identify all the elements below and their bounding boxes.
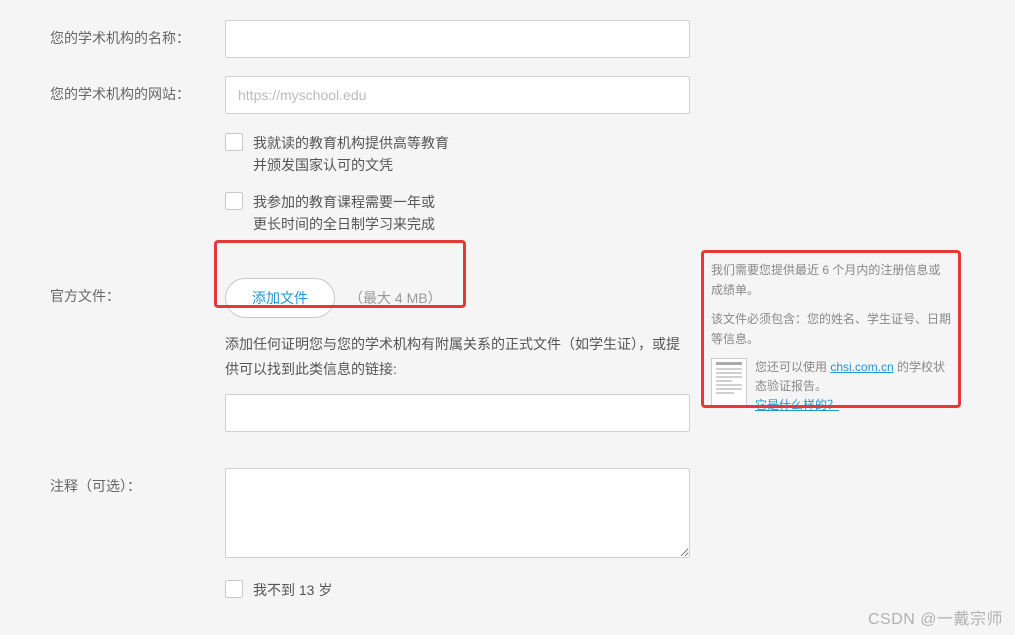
info-chsi-text: 您还可以使用 chsi.com.cn 的学校状态验证报告。 它是什么样的？: [755, 358, 951, 416]
chsi-link[interactable]: chsi.com.cn: [830, 360, 893, 374]
checkbox-higher-ed[interactable]: [225, 133, 243, 151]
watermark-text: CSDN @一戴宗师: [868, 605, 1003, 629]
checkbox-label-course-duration: 我参加的教育课程需要一年或 更长时间的全日制学习来完成: [253, 191, 435, 236]
info-requirement-2: 该文件必须包含：您的姓名、学生证号、日期等信息。: [711, 309, 951, 350]
checkbox-row-course-duration: 我参加的教育课程需要一年或 更长时间的全日制学习来完成: [225, 191, 690, 236]
checkbox-row-under-13: 我不到 13 岁: [225, 579, 690, 601]
checkbox-label-under-13: 我不到 13 岁: [253, 579, 332, 601]
checkbox-label-higher-ed: 我就读的教育机构提供高等教育 并颁发国家认可的文凭: [253, 132, 449, 177]
add-file-section: 添加文件 （最大 4 MB）: [225, 278, 690, 318]
info-panel: 我们需要您提供最近 6 个月内的注册信息或成绩单。 该文件必须包含：您的姓名、学…: [711, 260, 951, 415]
label-institution-name: 您的学术机构的名称：: [50, 20, 225, 48]
document-link-input[interactable]: [225, 394, 690, 432]
row-institution-website: 您的学术机构的网站：: [0, 76, 1015, 114]
what-is-it-link[interactable]: 它是什么样的？: [755, 398, 839, 412]
row-notes: 注释（可选）：: [0, 468, 1015, 561]
info-requirement-1: 我们需要您提供最近 6 个月内的注册信息或成绩单。: [711, 260, 951, 301]
add-file-button[interactable]: 添加文件: [225, 278, 335, 318]
institution-name-input[interactable]: [225, 20, 690, 58]
notes-textarea[interactable]: [225, 468, 690, 558]
file-size-hint: （最大 4 MB）: [349, 288, 442, 308]
row-institution-name: 您的学术机构的名称：: [0, 20, 1015, 58]
row-checkboxes-edu: 我就读的教育机构提供高等教育 并颁发国家认可的文凭 我参加的教育课程需要一年或 …: [0, 132, 1015, 250]
checkbox-under-13[interactable]: [225, 580, 243, 598]
institution-website-input[interactable]: [225, 76, 690, 114]
document-thumbnail-icon: [711, 358, 747, 406]
checkbox-row-higher-ed: 我就读的教育机构提供高等教育 并颁发国家认可的文凭: [225, 132, 690, 177]
label-official-document: 官方文件：: [50, 278, 225, 306]
file-upload-description: 添加任何证明您与您的学术机构有附属关系的正式文件（如学生证），或提供可以找到此类…: [225, 332, 690, 382]
row-under-13: 我不到 13 岁: [0, 579, 1015, 601]
checkbox-course-duration[interactable]: [225, 192, 243, 210]
label-institution-website: 您的学术机构的网站：: [50, 76, 225, 104]
label-notes: 注释（可选）：: [50, 468, 225, 496]
